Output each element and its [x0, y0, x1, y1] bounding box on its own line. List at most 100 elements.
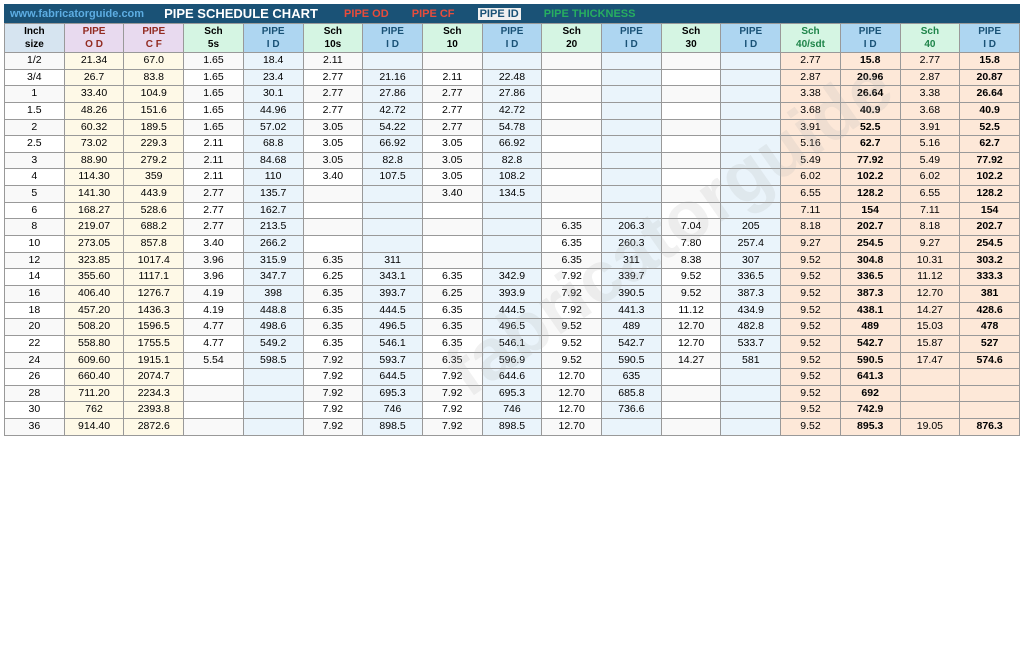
- cell-pipe_id_10s: 311: [363, 252, 423, 269]
- cell-pipe_id_40: 102.2: [960, 169, 1020, 186]
- cell-pipe_id_5s: 30.1: [243, 86, 303, 103]
- cell-pipe_id_5s: 448.8: [243, 302, 303, 319]
- site-url: www.fabricatorguide.com: [10, 8, 144, 20]
- cell-pipe_id_40sdt: 590.5: [840, 352, 900, 369]
- cell-pipe_id_20: 206.3: [602, 219, 662, 236]
- cell-sch40: 3.91: [900, 119, 960, 136]
- cell-sch40: 6.02: [900, 169, 960, 186]
- cell-pipe_id_10s: [363, 186, 423, 203]
- cell-pipe_id_40: 202.7: [960, 219, 1020, 236]
- cell-pipe_id_20: 390.5: [602, 285, 662, 302]
- cell-sch40sdt: 9.27: [781, 236, 841, 253]
- cell-pipe_cf: 2872.6: [124, 419, 184, 436]
- cell-sch10s: 2.11: [303, 53, 363, 70]
- cell-pipe_od: 457.20: [64, 302, 124, 319]
- cell-sch40: 3.68: [900, 102, 960, 119]
- cell-pipe_id_10: 108.2: [482, 169, 542, 186]
- cell-sch20: 12.70: [542, 419, 602, 436]
- col-header-pipe-id-40: PIPEI D: [960, 24, 1020, 53]
- col-header-sch20: Sch20: [542, 24, 602, 53]
- table-row: 24609.601915.15.54598.57.92593.76.35596.…: [5, 352, 1020, 369]
- cell-pipe_id_30: [721, 402, 781, 419]
- cell-pipe_id_30: 581: [721, 352, 781, 369]
- cell-pipe_od: 219.07: [64, 219, 124, 236]
- cell-pipe_id_30: [721, 152, 781, 169]
- table-row: 133.40104.91.6530.12.7727.862.7727.863.3…: [5, 86, 1020, 103]
- cell-pipe_cf: 1915.1: [124, 352, 184, 369]
- cell-sch10: 3.40: [422, 186, 482, 203]
- cell-pipe_id_10s: 593.7: [363, 352, 423, 369]
- cell-pipe_id_40sdt: 542.7: [840, 335, 900, 352]
- cell-sch40sdt: 3.91: [781, 119, 841, 136]
- cell-pipe_id_40: [960, 385, 1020, 402]
- cell-sch5s: 2.11: [184, 152, 244, 169]
- cell-sch10: 7.92: [422, 419, 482, 436]
- cell-pipe_id_40: 26.64: [960, 86, 1020, 103]
- cell-sch5s: 1.65: [184, 102, 244, 119]
- cell-pipe_id_10: [482, 202, 542, 219]
- cell-pipe_cf: 688.2: [124, 219, 184, 236]
- pipe-schedule-table: Inchsize PIPEO D PIPEC F Sch5s PIPEI D S…: [4, 23, 1020, 436]
- col-header-pipe-id-20: PIPEI D: [602, 24, 662, 53]
- cell-pipe_id_10s: 393.7: [363, 285, 423, 302]
- table-container: fabricatorguide Inchsize PIPEO D PIPEC F…: [4, 23, 1020, 436]
- cell-pipe_id_40sdt: 438.1: [840, 302, 900, 319]
- cell-inch: 14: [5, 269, 65, 286]
- cell-sch10: 7.92: [422, 369, 482, 386]
- cell-inch: 22: [5, 335, 65, 352]
- cell-pipe_id_5s: 162.7: [243, 202, 303, 219]
- cell-pipe_od: 26.7: [64, 69, 124, 86]
- col-header-pipe-id-40sdt: PIPEI D: [840, 24, 900, 53]
- cell-pipe_id_10: 596.9: [482, 352, 542, 369]
- cell-pipe_id_10s: 746: [363, 402, 423, 419]
- cell-inch: 4: [5, 169, 65, 186]
- cell-sch40sdt: 2.77: [781, 53, 841, 70]
- cell-pipe_id_10: [482, 252, 542, 269]
- cell-sch20: 7.92: [542, 302, 602, 319]
- cell-sch10s: 3.40: [303, 169, 363, 186]
- cell-sch30: 9.52: [661, 269, 721, 286]
- cell-pipe_cf: 1436.3: [124, 302, 184, 319]
- cell-sch10: 2.77: [422, 119, 482, 136]
- cell-pipe_cf: 104.9: [124, 86, 184, 103]
- cell-pipe_id_20: 542.7: [602, 335, 662, 352]
- cell-pipe_id_10: 644.6: [482, 369, 542, 386]
- col-header-sch10s: Sch10s: [303, 24, 363, 53]
- cell-pipe_id_20: [602, 419, 662, 436]
- cell-pipe_id_40sdt: 641.3: [840, 369, 900, 386]
- cell-sch10: [422, 252, 482, 269]
- cell-inch: 2: [5, 119, 65, 136]
- cell-sch5s: 4.19: [184, 302, 244, 319]
- cell-pipe_id_10s: 66.92: [363, 136, 423, 153]
- cell-pipe_id_30: [721, 419, 781, 436]
- table-row: 16406.401276.74.193986.35393.76.25393.97…: [5, 285, 1020, 302]
- cell-sch5s: [184, 385, 244, 402]
- col-header-pipe-id-30: PIPEI D: [721, 24, 781, 53]
- cell-sch40sdt: 5.49: [781, 152, 841, 169]
- cell-pipe_id_40: 62.7: [960, 136, 1020, 153]
- cell-pipe_id_40sdt: 254.5: [840, 236, 900, 253]
- cell-pipe_od: 914.40: [64, 419, 124, 436]
- cell-sch10: [422, 53, 482, 70]
- cell-pipe_id_20: 441.3: [602, 302, 662, 319]
- cell-pipe_id_30: 533.7: [721, 335, 781, 352]
- cell-inch: 28: [5, 385, 65, 402]
- cell-sch40: 2.87: [900, 69, 960, 86]
- cell-pipe_od: 114.30: [64, 169, 124, 186]
- cell-pipe_cf: 1596.5: [124, 319, 184, 336]
- cell-sch10: [422, 236, 482, 253]
- cell-pipe_id_40sdt: 102.2: [840, 169, 900, 186]
- cell-pipe_id_30: [721, 202, 781, 219]
- cell-sch40sdt: 9.52: [781, 369, 841, 386]
- label-pipe-id: PIPE ID: [478, 8, 521, 20]
- cell-sch40: 14.27: [900, 302, 960, 319]
- cell-sch40: 15.03: [900, 319, 960, 336]
- cell-pipe_id_40sdt: 40.9: [840, 102, 900, 119]
- cell-pipe_id_5s: [243, 402, 303, 419]
- cell-pipe_id_40sdt: 742.9: [840, 402, 900, 419]
- cell-pipe_id_30: [721, 86, 781, 103]
- cell-inch: 30: [5, 402, 65, 419]
- cell-sch10: 6.35: [422, 302, 482, 319]
- table-row: 20508.201596.54.77498.66.35496.56.35496.…: [5, 319, 1020, 336]
- cell-pipe_id_10: 496.5: [482, 319, 542, 336]
